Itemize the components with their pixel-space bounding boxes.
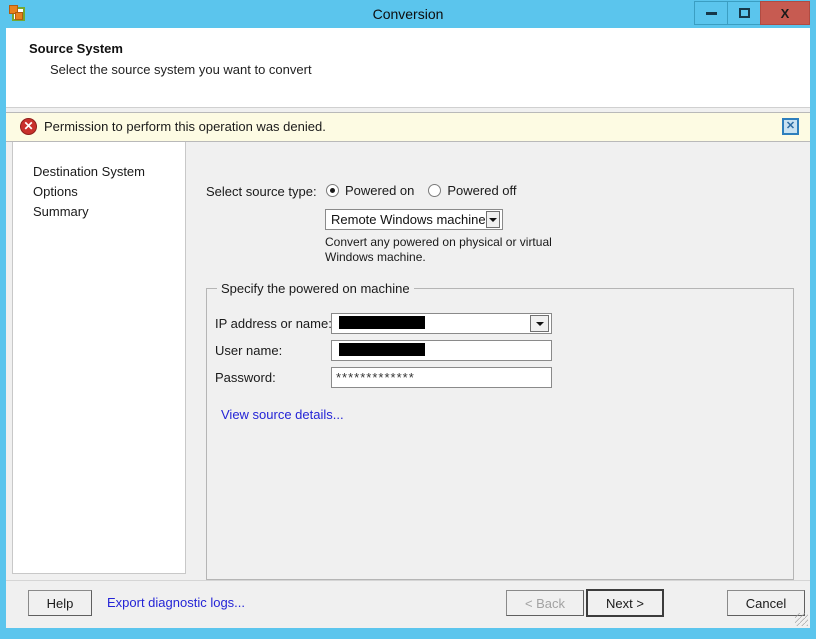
radio-powered-off-label: Powered off [447, 183, 517, 198]
client-area: Source System Select the source system y… [6, 28, 810, 628]
field-row-ip-address: IP address or name: [207, 313, 793, 334]
radio-powered-on-label: Powered on [345, 183, 415, 198]
help-button[interactable]: Help [28, 590, 92, 616]
radio-powered-on[interactable]: Powered on [326, 183, 414, 198]
password-input[interactable]: ************* [331, 367, 552, 388]
ip-address-redaction [339, 315, 425, 329]
error-circle-icon: ✕ [20, 118, 37, 135]
chevron-down-icon[interactable] [485, 211, 500, 228]
source-type-select-value: Remote Windows machine [331, 212, 486, 227]
user-name-label: User name: [215, 343, 283, 358]
close-button[interactable]: X [760, 1, 810, 25]
user-name-input[interactable] [331, 340, 552, 361]
password-value: ************* [336, 370, 415, 385]
radio-powered-off-indicator [428, 184, 442, 197]
caret-glyph [488, 217, 497, 222]
page-title: Source System [29, 41, 123, 56]
source-type-label: Select source type: [206, 184, 317, 199]
minimize-icon [705, 11, 717, 15]
view-source-details-link[interactable]: View source details... [221, 407, 344, 422]
source-type-select[interactable]: Remote Windows machine [325, 209, 503, 230]
radio-powered-off[interactable]: Powered off [428, 183, 517, 198]
page-header: Source System Select the source system y… [6, 28, 810, 108]
user-name-value [332, 342, 551, 359]
ip-address-dropdown-icon[interactable] [530, 315, 549, 332]
powered-on-machine-group: Specify the powered on machine IP addres… [206, 281, 794, 580]
field-row-password: Password: ************* [207, 367, 793, 388]
conversion-window: Conversion X Source System Select the so… [0, 0, 816, 639]
cancel-button[interactable]: Cancel [727, 590, 805, 616]
wizard-steps: Destination System Options Summary [13, 162, 185, 222]
maximize-icon [738, 8, 750, 18]
sidebar-item-summary[interactable]: Summary [13, 202, 185, 222]
powered-on-machine-legend: Specify the powered on machine [217, 281, 414, 296]
user-name-redaction [339, 342, 425, 356]
ip-address-input[interactable] [331, 313, 552, 334]
main-pane: Select source type: Powered on Powered o… [194, 148, 804, 603]
title-bar: Conversion X [0, 0, 816, 28]
resize-grip-icon[interactable] [795, 613, 808, 626]
minimize-button[interactable] [694, 1, 728, 25]
error-close-icon[interactable]: ✕ [782, 118, 799, 135]
field-row-user-name: User name: [207, 340, 793, 361]
maximize-button[interactable] [727, 1, 761, 25]
back-button: < Back [506, 590, 584, 616]
sidebar-item-destination-system[interactable]: Destination System [13, 162, 185, 182]
error-banner: ✕ Permission to perform this operation w… [6, 112, 810, 142]
next-button[interactable]: Next > [586, 589, 664, 617]
wizard-step-list: Destination System Options Summary [12, 112, 186, 574]
window-controls: X [694, 1, 810, 25]
export-diagnostic-logs-link[interactable]: Export diagnostic logs... [107, 595, 245, 610]
ip-address-value [332, 315, 530, 332]
radio-powered-on-indicator [326, 184, 339, 197]
password-label: Password: [215, 370, 276, 385]
error-message: Permission to perform this operation was… [44, 119, 326, 134]
ip-address-label: IP address or name: [215, 316, 332, 331]
page-subtitle: Select the source system you want to con… [50, 62, 312, 77]
source-type-hint: Convert any powered on physical or virtu… [325, 235, 552, 264]
sidebar-item-options[interactable]: Options [13, 182, 185, 202]
caret-glyph [535, 321, 544, 326]
source-type-radio-group: Powered on Powered off [326, 183, 517, 198]
footer-bar: Help Export diagnostic logs... < Back Ne… [6, 580, 810, 628]
